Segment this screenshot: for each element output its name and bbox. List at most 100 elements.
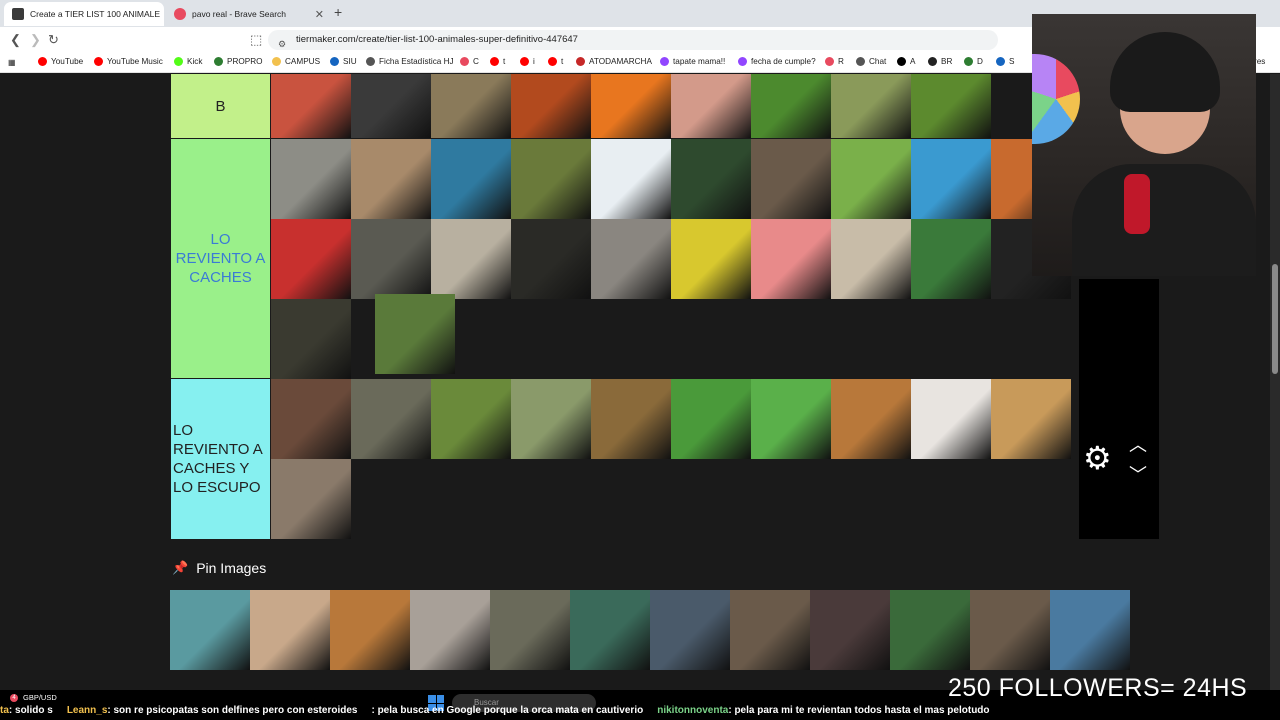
chevron-up-icon[interactable]: ︿ xyxy=(1129,431,1147,457)
tier-item-baboon[interactable]: baboon xyxy=(591,219,671,299)
tier-item-rabbit[interactable]: rabbit xyxy=(831,74,911,138)
tier-item-octopus[interactable]: octopus xyxy=(271,74,351,138)
tier-item-crab[interactable]: crab xyxy=(330,590,410,670)
tier-label-reviento[interactable]: LO REVIENTO A CACHES xyxy=(171,139,270,378)
tier-item-beaver[interactable]: beaver xyxy=(650,590,730,670)
bookmark-item[interactable]: Chat xyxy=(856,57,886,66)
bookmark-item[interactable]: YouTube Music xyxy=(94,57,163,66)
currency-widget[interactable]: 4 GBP/USD xyxy=(10,693,57,702)
tier-item-koala[interactable]: koala xyxy=(271,139,351,219)
tier-item-cow[interactable]: cow xyxy=(351,74,431,138)
tier-item-platypus[interactable]: platypus xyxy=(730,590,810,670)
tier-item-hyena[interactable]: hyena xyxy=(351,379,431,459)
tier-item-lemur[interactable]: lemur xyxy=(351,219,431,299)
bookmark-label: R xyxy=(838,57,844,66)
bookmark-item[interactable]: i xyxy=(520,57,535,66)
tier-item-fly[interactable]: fly xyxy=(911,74,991,138)
tier-item-parrot[interactable]: parrot xyxy=(271,219,351,299)
bookmark-item[interactable]: A xyxy=(897,57,915,66)
tier-item-seahorse[interactable]: seahorse xyxy=(570,590,650,670)
tier-item-scorpion[interactable]: scorpion xyxy=(351,139,431,219)
tier-item-chimpanzee[interactable]: chimpanzee xyxy=(511,219,591,299)
tier-item-stingray[interactable]: stingray xyxy=(170,590,250,670)
tier-item-pigeon[interactable]: pigeon xyxy=(511,379,591,459)
bookmark-favicon-icon xyxy=(174,57,183,66)
tier-item-frog[interactable]: frog xyxy=(671,379,751,459)
tier-item-caption: beaver xyxy=(650,663,730,670)
tab-tiermaker[interactable]: Create a TIER LIST 100 ANIMALE ✕ xyxy=(4,2,164,26)
gear-icon[interactable]: ⚙ xyxy=(1083,439,1112,477)
bookmark-item[interactable]: tapate mama!! xyxy=(660,57,725,66)
bookmark-item[interactable]: D xyxy=(964,57,983,66)
bookmark-item[interactable]: SIU xyxy=(330,57,357,66)
tier-item-magpie[interactable]: magpie xyxy=(911,219,991,299)
tier-item-duck[interactable]: duck xyxy=(271,299,351,379)
tier-item-iguana[interactable]: iguana xyxy=(751,379,831,459)
bookmark-item[interactable]: t xyxy=(548,57,563,66)
tier-item-grasshopper[interactable]: grasshopper xyxy=(511,139,591,219)
apps-grid-icon[interactable]: ▦ xyxy=(8,57,16,67)
bookmark-item[interactable]: C xyxy=(460,57,479,66)
site-info-icon[interactable]: ⚙ xyxy=(278,34,286,54)
bookmark-item[interactable]: ATODAMARCHA xyxy=(576,57,652,66)
tier-item-penguin[interactable]: penguin xyxy=(591,139,671,219)
tier-item-panda[interactable]: panda xyxy=(671,139,751,219)
tier-item-moth[interactable]: moth xyxy=(410,590,490,670)
bookmark-item[interactable]: PROPRO xyxy=(214,57,263,66)
url-field[interactable]: ⚙ tiermaker.com/create/tier-list-100-ani… xyxy=(268,30,998,50)
forward-arrow-icon[interactable]: ❯ xyxy=(30,32,41,48)
new-tab-button[interactable]: + xyxy=(334,4,342,20)
back-arrow-icon[interactable]: ❮ xyxy=(10,32,21,48)
bookmark-item[interactable]: t xyxy=(490,57,505,66)
bookmark-item[interactable]: fecha de cumple? xyxy=(738,57,816,66)
tier-item-falcon[interactable]: falcon xyxy=(831,219,911,299)
tier-item-clownfish[interactable]: clownfish xyxy=(591,74,671,138)
bookmark-item[interactable]: YouTube xyxy=(38,57,83,66)
tier-item-whale-shark[interactable]: whale-shark xyxy=(431,139,511,219)
tier-item-mole-rat[interactable]: mole-rat xyxy=(970,590,1050,670)
bookmark-item[interactable]: S xyxy=(996,57,1014,66)
chevron-down-icon[interactable]: ﹀ xyxy=(1129,461,1147,487)
tier-item-dolphin[interactable]: dolphin xyxy=(911,139,991,219)
tier-item-bat[interactable]: bat xyxy=(271,379,351,459)
bookmark-item[interactable]: Kick xyxy=(174,57,202,66)
tier-item-snail[interactable]: snail xyxy=(431,379,511,459)
chat-username: ta xyxy=(0,705,9,716)
tier-item-mole[interactable]: mole xyxy=(810,590,890,670)
tier-item-hen[interactable]: hen xyxy=(511,74,591,138)
tier-item-duck-dragged[interactable]: duck-dragged xyxy=(375,294,455,374)
tier-item-vulture[interactable]: vulture xyxy=(271,459,351,539)
reload-icon[interactable]: ↻ xyxy=(48,32,59,48)
tier-item-ant[interactable]: ant xyxy=(831,139,911,219)
close-tab-icon[interactable]: ✕ xyxy=(315,8,324,21)
tier-item-donkey[interactable]: donkey xyxy=(751,139,831,219)
tier-label-escupo[interactable]: LO REVIENTO A CACHES Y LO ESCUPO xyxy=(171,379,270,539)
tier-item-squirrel[interactable]: squirrel xyxy=(490,590,570,670)
page-scrollbar[interactable] xyxy=(1270,74,1280,690)
tab-brave-search[interactable]: pavo real - Brave Search ✕ xyxy=(166,2,332,26)
tier-item-mealworms[interactable]: mealworms xyxy=(831,379,911,459)
tier-item-pig[interactable]: pig xyxy=(671,74,751,138)
tier-label-b[interactable]: B xyxy=(171,74,270,138)
tier-item-camel[interactable]: camel xyxy=(991,379,1071,459)
tier-item-cockroach[interactable]: cockroach xyxy=(911,379,991,459)
tier-item-seagull[interactable]: seagull xyxy=(1050,590,1130,670)
bookmark-icon[interactable]: ⬚ xyxy=(250,32,262,48)
bookmark-favicon-icon xyxy=(825,57,834,66)
bookmark-label: t xyxy=(561,57,564,66)
tier-item-seal[interactable]: seal xyxy=(431,219,511,299)
tier-item-bee[interactable]: bee xyxy=(671,219,751,299)
tier-item-flamingo[interactable]: flamingo xyxy=(751,219,831,299)
tier-item-spider[interactable]: spider xyxy=(250,590,330,670)
tier-item-toad[interactable]: toad xyxy=(591,379,671,459)
bookmark-item[interactable]: BR xyxy=(928,57,952,66)
bookmark-item[interactable]: Ficha Estadística HJ xyxy=(366,57,454,66)
bookmark-item[interactable]: CAMPUS xyxy=(272,57,320,66)
bookmark-favicon-icon xyxy=(660,57,669,66)
scrollbar-thumb[interactable] xyxy=(1272,264,1278,374)
tier-item-caption: bat xyxy=(271,452,351,459)
tier-item-komodo-dragon[interactable]: komodo-dragon xyxy=(890,590,970,670)
bookmark-item[interactable]: R xyxy=(825,57,844,66)
tier-item-ladybug[interactable]: ladybug xyxy=(751,74,831,138)
tier-item-sloth[interactable]: sloth xyxy=(431,74,511,138)
